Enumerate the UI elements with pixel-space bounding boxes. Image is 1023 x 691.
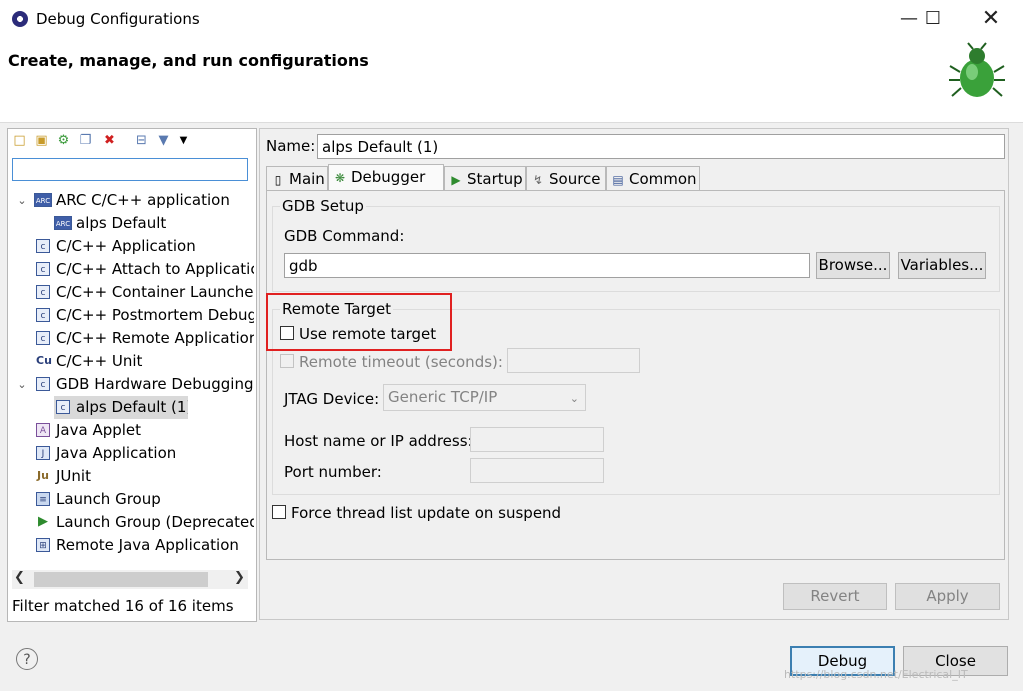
port-number-label: Port number:: [284, 463, 382, 481]
name-input[interactable]: [317, 134, 1005, 159]
help-icon[interactable]: ?: [16, 648, 38, 670]
host-name-input[interactable]: [470, 427, 604, 452]
debugger-tab-icon: ❋: [334, 171, 346, 185]
gdb-command-label: GDB Command:: [284, 227, 405, 245]
host-name-label: Host name or IP address:: [284, 432, 473, 450]
window-title: Debug Configurations: [36, 10, 200, 28]
cunit-icon: Cu: [36, 354, 52, 367]
remote-timeout-checkbox[interactable]: [280, 354, 294, 368]
tab-main[interactable]: ▯ Main: [266, 166, 328, 190]
launch-group-icon: ≡: [36, 492, 50, 506]
page-title: Create, manage, and run configurations: [8, 51, 369, 70]
scrollbar-thumb[interactable]: [34, 572, 208, 587]
config-tree: ⌄ ARC ARC C/C++ application ARC alps Def…: [8, 189, 254, 569]
tree-item-alps-default[interactable]: ARC alps Default: [8, 212, 254, 235]
c-config-icon: c: [36, 262, 50, 276]
watermark: https://blog.csdn.net/Electrical_IT: [784, 668, 968, 681]
tree-item-cpp-postmortem[interactable]: c C/C++ Postmortem Debug: [8, 304, 254, 327]
tree-item-cpp-unit[interactable]: Cu C/C++ Unit: [8, 350, 254, 373]
bug-icon: [949, 42, 1005, 97]
c-config-icon: c: [36, 308, 50, 322]
tree-toolbar: □ ▣ ⚙ ❐ ✖ ⊟ ▼ ▼: [8, 130, 254, 152]
tree-item-launch-group-deprecated[interactable]: ▶ Launch Group (Deprecated: [8, 511, 254, 534]
tree-item-cpp-application[interactable]: c C/C++ Application: [8, 235, 254, 258]
jtag-device-select[interactable]: Generic TCP/IP ⌄: [383, 384, 586, 411]
tab-source[interactable]: ↯ Source: [526, 166, 606, 190]
common-tab-icon: ▤: [612, 173, 624, 187]
tree-item-remote-java-application[interactable]: ⊞ Remote Java Application: [8, 534, 254, 557]
annotation-highlight-box: [266, 293, 452, 351]
name-label: Name:: [266, 137, 316, 155]
tree-item-arc-cpp-application[interactable]: ⌄ ARC ARC C/C++ application: [8, 189, 254, 212]
tree-item-cpp-remote-application[interactable]: c C/C++ Remote Applicatior: [8, 327, 254, 350]
jtag-device-label: JTAG Device:: [284, 390, 380, 408]
startup-tab-icon: ▶: [451, 173, 461, 187]
port-number-input[interactable]: [470, 458, 604, 483]
force-thread-update-checkbox[interactable]: [272, 505, 286, 519]
main-tab-icon: ▯: [274, 173, 282, 187]
filter-icon[interactable]: ▼: [156, 133, 171, 148]
collapse-arrow-icon[interactable]: ⌄: [16, 373, 28, 396]
launch-group-icon: ▶: [38, 514, 48, 529]
tree-item-gdb-hardware-debugging[interactable]: ⌄ c GDB Hardware Debugging: [8, 373, 254, 396]
scroll-left-icon[interactable]: ❮: [14, 570, 25, 585]
chevron-down-icon: ⌄: [569, 392, 579, 405]
tree-item-launch-group[interactable]: ≡ Launch Group: [8, 488, 254, 511]
delete-icon[interactable]: ✖: [102, 133, 117, 148]
remote-timeout-input[interactable]: [507, 348, 640, 373]
scroll-right-icon[interactable]: ❯: [234, 570, 245, 585]
c-config-icon: c: [36, 239, 50, 253]
arc-icon: ARC: [54, 216, 72, 230]
arc-icon: ARC: [34, 193, 52, 207]
tree-item-cpp-container-launcher[interactable]: c C/C++ Container Launcher: [8, 281, 254, 304]
dropdown-arrow-icon[interactable]: ▼: [176, 133, 191, 148]
browse-button[interactable]: Browse...: [816, 252, 890, 279]
tab-debugger[interactable]: ❋ Debugger: [328, 164, 444, 192]
c-config-icon: c: [56, 400, 70, 414]
tree-item-java-applet[interactable]: A Java Applet: [8, 419, 254, 442]
tab-common[interactable]: ▤ Common: [606, 166, 700, 190]
collapse-arrow-icon[interactable]: ⌄: [16, 189, 28, 212]
new-prototype-icon[interactable]: ▣: [34, 133, 49, 148]
source-tab-icon: ↯: [532, 173, 544, 187]
variables-button[interactable]: Variables...: [898, 252, 986, 279]
tree-item-java-application[interactable]: J Java Application: [8, 442, 254, 465]
java-applet-icon: A: [36, 423, 50, 437]
junit-icon: Ju: [37, 469, 49, 482]
maximize-icon[interactable]: ☐: [910, 0, 956, 38]
force-thread-update-label[interactable]: Force thread list update on suspend: [291, 504, 561, 522]
new-config-icon[interactable]: □: [12, 133, 27, 148]
remote-java-icon: ⊞: [36, 538, 50, 552]
gdb-setup-group: [272, 206, 1000, 292]
tree-item-alps-default-1[interactable]: c alps Default (1): [54, 396, 188, 419]
tree-item-junit[interactable]: Ju JUnit: [8, 465, 254, 488]
c-config-icon: c: [36, 285, 50, 299]
eclipse-app-icon: [12, 11, 28, 27]
duplicate-icon[interactable]: ❐: [78, 133, 93, 148]
java-app-icon: J: [36, 446, 50, 460]
apply-button[interactable]: Apply: [895, 583, 1000, 610]
tab-startup[interactable]: ▶ Startup: [444, 166, 526, 190]
tree-item-cpp-attach[interactable]: c C/C++ Attach to Applicatic: [8, 258, 254, 281]
c-config-icon: c: [36, 377, 50, 391]
gdb-command-input[interactable]: [284, 253, 810, 278]
revert-button[interactable]: Revert: [783, 583, 887, 610]
remote-timeout-label: Remote timeout (seconds):: [299, 353, 503, 371]
filter-input[interactable]: [12, 158, 248, 181]
tree-horizontal-scrollbar[interactable]: ❮ ❯: [12, 570, 248, 589]
collapse-all-icon[interactable]: ⊟: [134, 133, 149, 148]
close-icon[interactable]: ✕: [968, 0, 1014, 38]
c-config-icon: c: [36, 331, 50, 345]
gdb-setup-title: GDB Setup: [280, 197, 366, 215]
export-icon[interactable]: ⚙: [56, 133, 71, 148]
filter-status: Filter matched 16 of 16 items: [12, 597, 234, 615]
